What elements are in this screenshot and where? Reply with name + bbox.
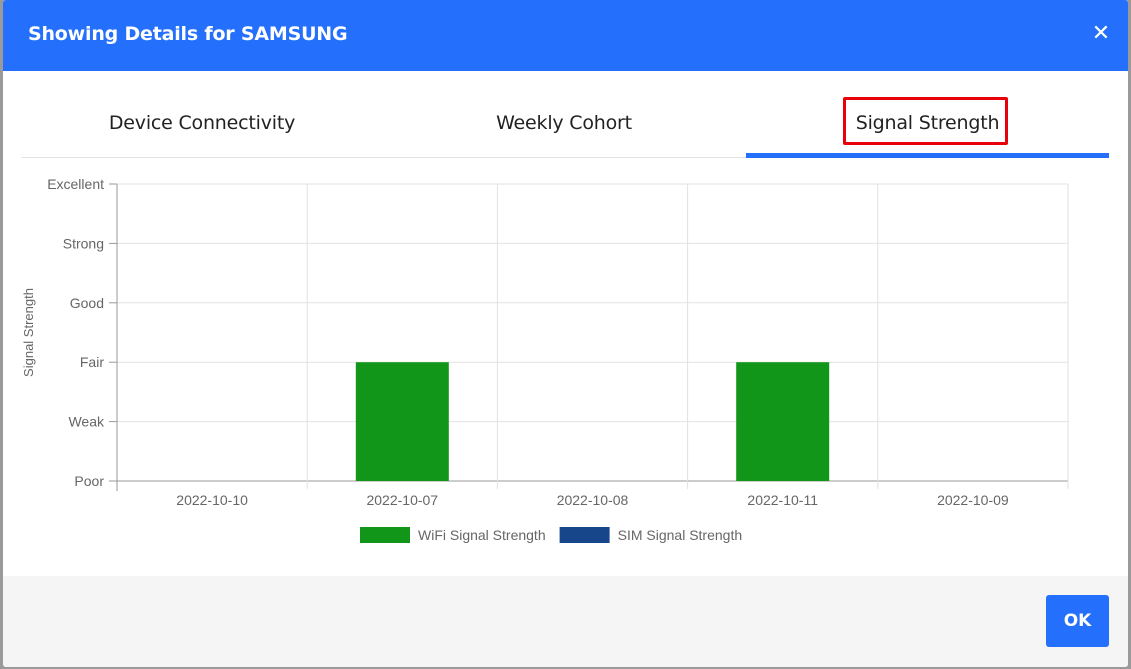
legend-swatch <box>360 527 410 543</box>
modal-title: Showing Details for SAMSUNG <box>28 23 348 45</box>
x-tick-label: 2022-10-07 <box>366 492 438 508</box>
y-tick-label: Weak <box>68 414 105 430</box>
y-tick-label: Fair <box>80 354 104 370</box>
ok-button[interactable]: OK <box>1046 595 1109 647</box>
details-modal: Showing Details for SAMSUNG ✕ Device Con… <box>3 0 1128 667</box>
y-tick-label: Strong <box>63 235 104 251</box>
modal-header: Showing Details for SAMSUNG ✕ <box>3 0 1128 71</box>
legend-label: WiFi Signal Strength <box>418 527 546 543</box>
tab-weekly-cohort[interactable]: Weekly Cohort <box>383 90 745 156</box>
signal-strength-chart: Poor Weak Fair Good Strong Excellent Signal St… <box>21 176 1069 543</box>
x-tick-label: 2022-10-11 <box>747 492 818 508</box>
active-tab-indicator <box>746 153 1109 158</box>
tab-bar: Device Connectivity Weekly Cohort Signal… <box>21 90 1109 158</box>
x-tick-label: 2022-10-08 <box>557 492 629 508</box>
y-tick-label: Good <box>70 295 104 311</box>
y-tick-label: Excellent <box>47 176 104 192</box>
bar-wifi <box>736 362 830 481</box>
y-tick-label: Poor <box>74 473 104 489</box>
close-icon[interactable]: ✕ <box>1088 20 1114 46</box>
modal-footer <box>3 576 1128 667</box>
bar-wifi <box>355 362 449 481</box>
x-tick-label: 2022-10-10 <box>176 492 248 508</box>
y-axis-title: Signal Strength <box>21 288 36 377</box>
tab-device-connectivity[interactable]: Device Connectivity <box>21 90 383 156</box>
tab-signal-strength[interactable]: Signal Strength <box>746 90 1109 156</box>
legend-label: SIM Signal Strength <box>618 527 743 543</box>
x-tick-label: 2022-10-09 <box>937 492 1009 508</box>
legend-swatch <box>559 527 610 543</box>
